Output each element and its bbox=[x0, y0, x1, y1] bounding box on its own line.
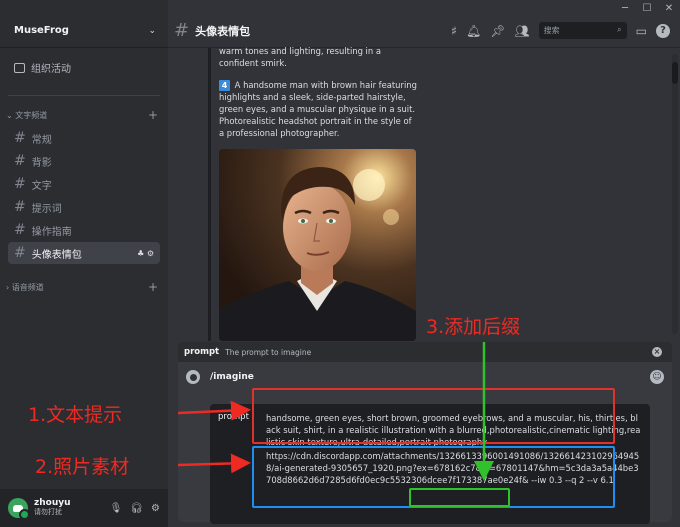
annotation-arrows bbox=[177, 342, 494, 481]
window-controls: ─ ☐ ✕ bbox=[614, 0, 680, 16]
close-window-button[interactable]: ✕ bbox=[658, 0, 680, 16]
maximize-button[interactable]: ☐ bbox=[636, 0, 658, 16]
minimize-button[interactable]: ─ bbox=[614, 0, 636, 16]
arrow-photo-material bbox=[177, 453, 251, 474]
arrow-text-prompt bbox=[177, 400, 251, 421]
